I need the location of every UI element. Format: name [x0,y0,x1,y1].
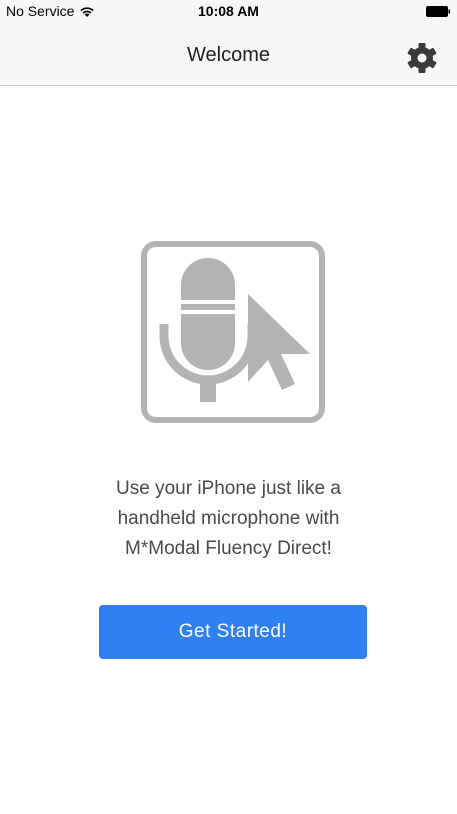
page-title: Welcome [187,44,270,66]
status-bar: No Service 10:08 AM [0,0,457,22]
get-started-button[interactable]: Get Started! [99,605,367,659]
settings-button[interactable] [405,41,439,75]
battery-icon [426,6,450,17]
navigation-bar: Welcome [0,22,457,86]
message-line: M*Modal Fluency Direct! [125,538,332,559]
gear-icon [407,43,437,73]
status-time: 10:08 AM [198,3,259,19]
welcome-screen: No Service 10:08 AM Welcome Use your iPh… [0,0,457,814]
message-line: Use your iPhone just like a [116,478,341,499]
welcome-message: Use your iPhone just like a handheld mic… [40,474,417,564]
microphone-cursor-icon [141,241,325,423]
message-line: handheld microphone with [117,508,340,529]
